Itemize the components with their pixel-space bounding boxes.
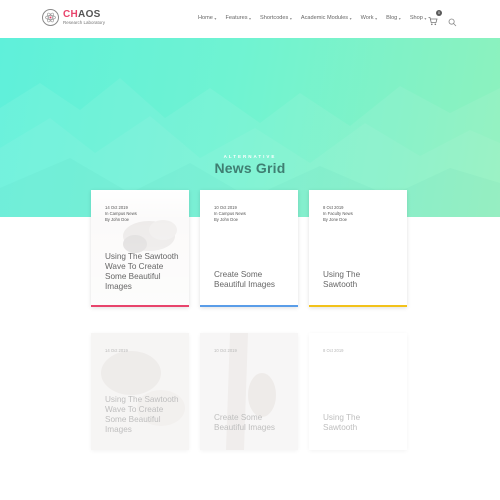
news-card[interactable]: 8 Oct 2019 Using The Sawtooth: [309, 333, 407, 450]
site-logo[interactable]: CHAOS Research Laboratory: [42, 9, 105, 26]
card-date: 8 Oct 2019: [323, 348, 344, 353]
page-eyebrow: ALTERNATIVE: [223, 154, 277, 159]
chevron-down-icon: ▾: [214, 15, 217, 21]
news-card[interactable]: 14 Oct 2019 Using The Sawtooth Wave To C…: [91, 333, 189, 450]
news-card[interactable]: 10 Oct 2019 Create Some Beautiful Images: [200, 333, 298, 450]
card-date: 14 Oct 2019: [105, 348, 128, 353]
logo-name-highlight: CH: [63, 8, 79, 20]
card-date: 10 Oct 2019: [214, 348, 237, 353]
nav-features[interactable]: Features ▾: [225, 15, 251, 21]
nav-blog[interactable]: Blog ▾: [386, 15, 401, 21]
chevron-down-icon: ▾: [424, 15, 427, 21]
chevron-down-icon: ▾: [398, 15, 401, 21]
nav-label: Work: [360, 15, 374, 21]
search-button[interactable]: [448, 14, 457, 26]
site-header: CHAOS Research Laboratory Home ▾ Features…: [0, 0, 500, 38]
chevron-down-icon: ▾: [249, 15, 252, 21]
nav-home[interactable]: Home ▾: [198, 15, 216, 21]
nav-work[interactable]: Work ▾: [361, 15, 377, 21]
card-author[interactable]: By Jone Doe: [323, 217, 353, 223]
atom-logo-icon: [42, 9, 59, 26]
cart-count-badge: 0: [436, 10, 442, 16]
card-title[interactable]: Using The Sawtooth Wave To Create Some B…: [105, 395, 179, 435]
nav-label: Home: [198, 15, 213, 21]
nav-label: Academic Modules: [300, 15, 349, 21]
chevron-down-icon: ▾: [289, 15, 292, 21]
chevron-down-icon: ▾: [375, 15, 378, 21]
card-accent-bar: [91, 304, 189, 307]
card-accent-bar: [309, 304, 407, 307]
search-icon: [448, 18, 457, 26]
card-author[interactable]: By John Doe: [214, 217, 246, 223]
card-title[interactable]: Create Some Beautiful Images: [214, 270, 288, 290]
news-card[interactable]: 10 Oct 2019 In Campus News By John Doe C…: [200, 190, 298, 307]
main-nav: Home ▾ Features ▾ Shortcodes ▾ Academic Mod…: [198, 15, 435, 21]
cart-button[interactable]: 0: [428, 10, 442, 26]
logo-name-rest: AOS: [78, 8, 101, 20]
news-card[interactable]: 8 Oct 2019 In Faculty News By Jone Doe U…: [309, 190, 407, 307]
chevron-down-icon: ▾: [349, 15, 352, 21]
page-title: News Grid: [214, 160, 286, 176]
card-title[interactable]: Create Some Beautiful Images: [214, 413, 288, 433]
card-title[interactable]: Using The Sawtooth: [323, 270, 383, 290]
card-title[interactable]: Using The Sawtooth: [323, 413, 383, 433]
cart-icon: [428, 17, 438, 26]
nav-label: Features: [225, 15, 248, 21]
news-card[interactable]: 14 Oct 2019 In Campus News By John Doe U…: [91, 190, 189, 307]
nav-shop[interactable]: Shop ▾: [410, 15, 427, 21]
nav-academic-modules[interactable]: Academic Modules ▾: [301, 15, 352, 21]
card-title[interactable]: Using The Sawtooth Wave To Create Some B…: [105, 252, 179, 292]
logo-name: CHAOS: [63, 8, 105, 20]
logo-subtitle: Research Laboratory: [63, 19, 106, 25]
card-accent-bar: [200, 304, 298, 307]
nav-shortcodes[interactable]: Shortcodes ▾: [260, 15, 292, 21]
nav-label: Shop: [409, 15, 423, 21]
nav-label: Blog: [386, 15, 398, 21]
nav-label: Shortcodes: [260, 15, 289, 21]
card-author[interactable]: By John Doe: [105, 217, 137, 223]
